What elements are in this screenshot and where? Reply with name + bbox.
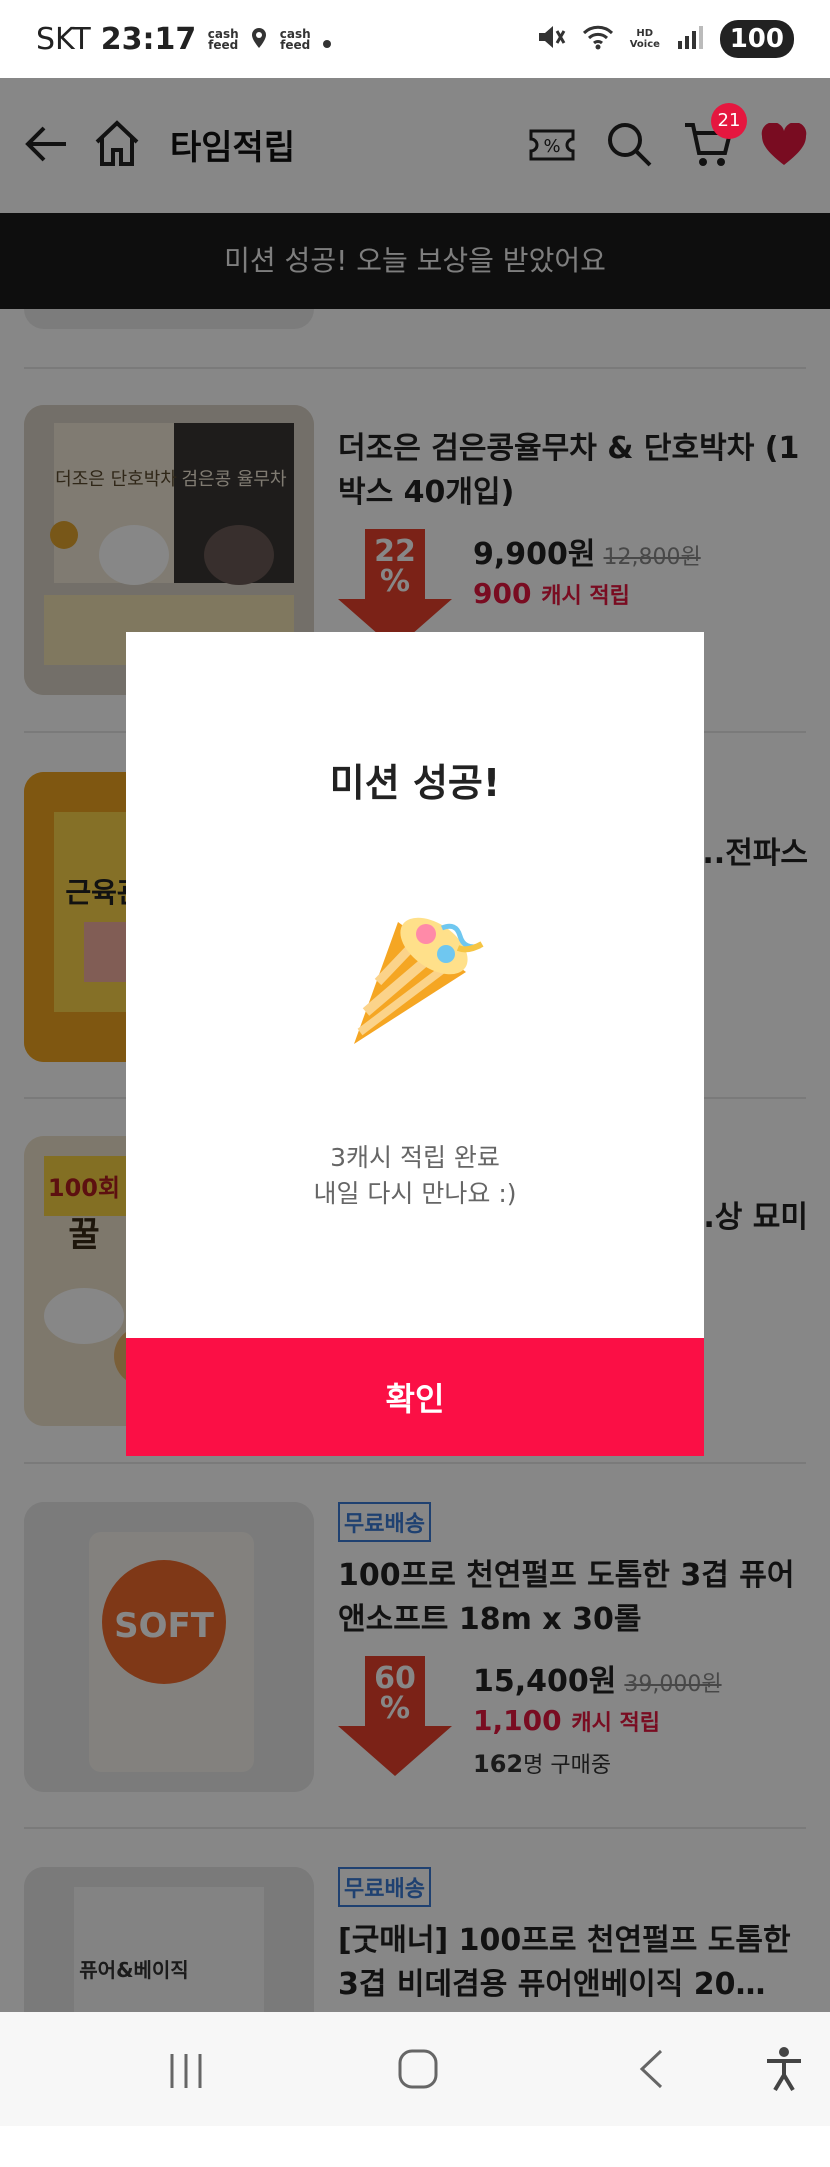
dialog-message: 3캐시 적립 완료 내일 다시 만나요 :) (126, 1140, 704, 1212)
home-nav-icon[interactable] (397, 2048, 439, 2094)
mission-success-dialog: 미션 성공! 3캐시 적립 완료 내일 다시 만나요 :) 확인 (126, 632, 704, 1456)
cart-count-badge: 21 (711, 103, 747, 139)
party-popper-icon (326, 894, 506, 1054)
back-nav-icon[interactable] (636, 2048, 666, 2094)
mute-icon (536, 23, 566, 55)
carrier-label: SKT (36, 22, 91, 57)
location-icon (250, 22, 268, 57)
accessibility-icon[interactable] (764, 2046, 804, 2096)
dialog-title: 미션 성공! (329, 761, 501, 805)
message-line-1: 3캐시 적립 완료 (330, 1143, 500, 1172)
wifi-icon (582, 24, 614, 54)
dot-icon (322, 22, 332, 57)
cashfeed-notification-icon: cash feed (207, 26, 239, 52)
status-bar: SKT 23:17 cash feed cash feed HD Voice 1… (0, 0, 830, 78)
hd-voice-icon: HD Voice (629, 28, 660, 50)
cashfeed-notification-icon-2: cash feed (279, 26, 311, 52)
signal-icon (676, 25, 704, 53)
message-line-2: 내일 다시 만나요 :) (313, 1179, 517, 1208)
clock: 23:17 (100, 22, 197, 57)
confirm-button[interactable]: 확인 (126, 1338, 704, 1456)
recent-apps-icon[interactable] (166, 2052, 206, 2094)
battery-indicator: 100 (719, 20, 794, 58)
system-nav-bar (0, 2012, 830, 2126)
